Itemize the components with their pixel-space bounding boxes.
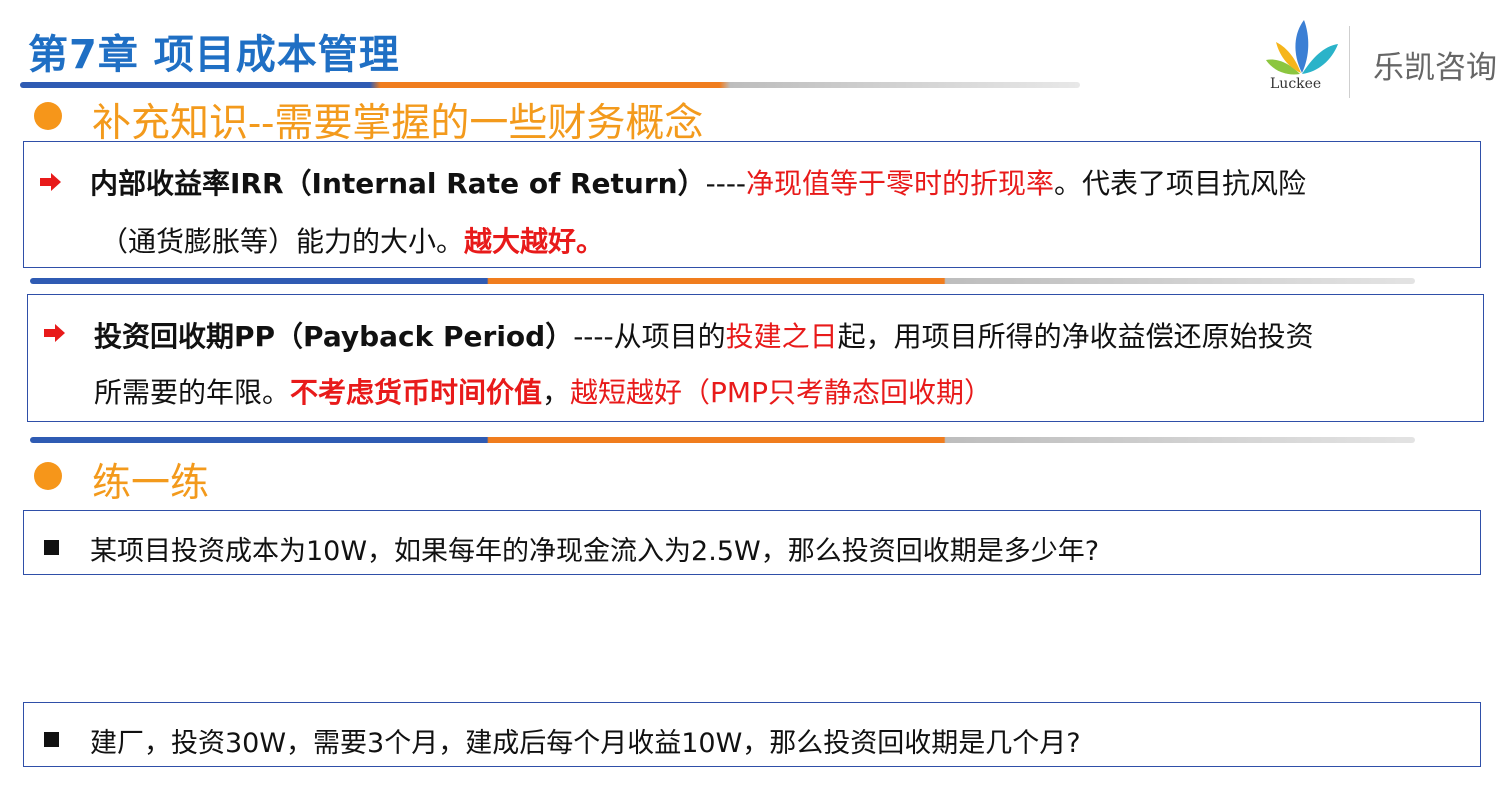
red-arrow-icon bbox=[44, 324, 65, 342]
irr-line-2: （通货膨胀等）能力的大小。越大越好。 bbox=[100, 220, 604, 260]
irr-rest-line1: 。代表了项目抗风险 bbox=[1054, 167, 1307, 200]
pp-term: 投资回收期PP（Payback Period） bbox=[94, 320, 574, 353]
logo-divider bbox=[1349, 26, 1350, 98]
pp-line-2: 所需要的年限。不考虑货币时间价值，越短越好（PMP只考静态回收期） bbox=[94, 371, 992, 411]
section-heading-finance: 补充知识--需要掌握的一些财务概念 bbox=[92, 101, 704, 146]
irr-dash: ---- bbox=[705, 167, 747, 200]
pp-highlight: 投建之日 bbox=[725, 320, 838, 353]
pp-definition-box: 投资回收期PP（Payback Period）----从项目的投建之日起，用项目… bbox=[27, 294, 1484, 422]
pp-red-note: 越短越好（PMP只考静态回收期） bbox=[570, 376, 992, 409]
title-underline bbox=[20, 82, 1080, 88]
exercise-box: 某项目投资成本为10W，如果每年的净现金流入为2.5W，那么投资回收期是多少年? bbox=[23, 510, 1481, 575]
irr-definition-box: 内部收益率IRR（Internal Rate of Return）----净现值… bbox=[23, 141, 1481, 268]
pp-comma: ， bbox=[542, 376, 571, 409]
orange-bullet-icon bbox=[34, 102, 62, 130]
pp-rest-line1: 起，用项目所得的净收益偿还原始投资 bbox=[837, 320, 1314, 353]
chapter-title: 第7章 项目成本管理 bbox=[28, 32, 400, 78]
exercise-question: 某项目投资成本为10W，如果每年的净现金流入为2.5W，那么投资回收期是多少年? bbox=[90, 536, 1100, 567]
pp-emphasis: 不考虑货币时间价值 bbox=[290, 376, 543, 409]
separator-bar bbox=[30, 437, 1415, 443]
company-logo: Luckee 乐凯咨询 bbox=[1258, 18, 1501, 100]
irr-term: 内部收益率IRR（Internal Rate of Return） bbox=[90, 167, 706, 200]
separator-bar bbox=[30, 278, 1415, 284]
exercise-question: 建厂，投资30W，需要3个月，建成后每个月收益10W，那么投资回收期是几个月? bbox=[90, 728, 1081, 759]
irr-line2-text: （通货膨胀等）能力的大小。 bbox=[100, 225, 465, 258]
square-bullet-icon bbox=[44, 732, 59, 747]
company-name: 乐凯咨询 bbox=[1373, 50, 1497, 86]
pp-line2-text: 所需要的年限。 bbox=[94, 376, 291, 409]
irr-emphasis: 越大越好。 bbox=[464, 225, 605, 258]
pp-dash: ----从项目的 bbox=[573, 320, 726, 353]
irr-definition: 净现值等于零时的折现率 bbox=[746, 167, 1055, 200]
exercise-box: 建厂，投资30W，需要3个月，建成后每个月收益10W，那么投资回收期是几个月? bbox=[23, 702, 1481, 767]
red-arrow-icon bbox=[40, 173, 61, 191]
logo-brand-text: Luckee bbox=[1270, 76, 1322, 92]
section-heading-practice: 练一练 bbox=[92, 461, 210, 506]
irr-line-1: 内部收益率IRR（Internal Rate of Return）----净现值… bbox=[90, 162, 1306, 202]
square-bullet-icon bbox=[44, 540, 59, 555]
pp-line-1: 投资回收期PP（Payback Period）----从项目的投建之日起，用项目… bbox=[94, 315, 1314, 355]
orange-bullet-icon bbox=[34, 462, 62, 490]
